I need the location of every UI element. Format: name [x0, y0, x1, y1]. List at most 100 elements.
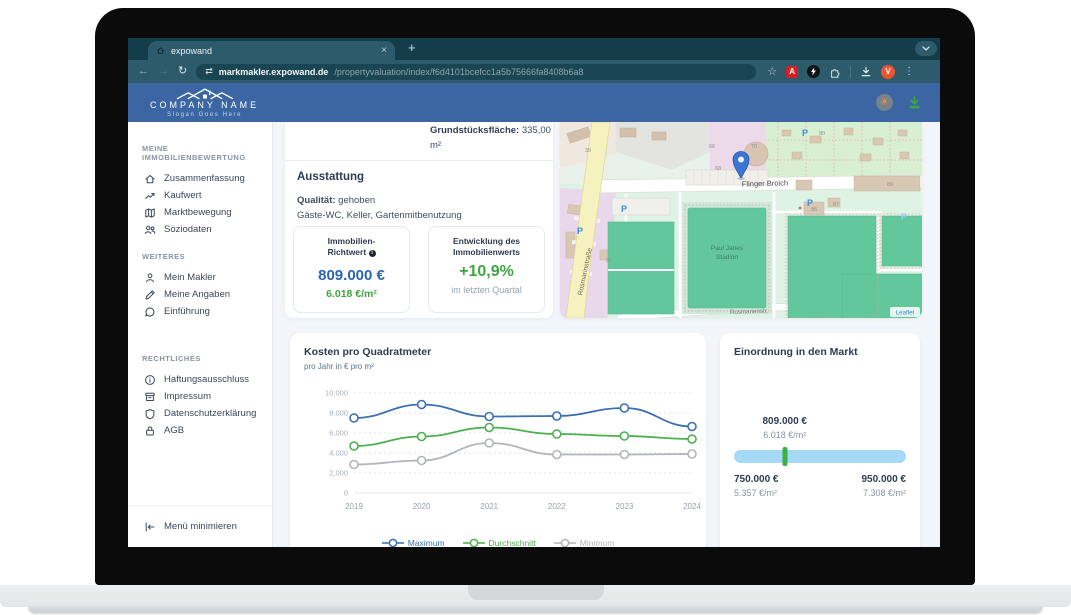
browser-profile-avatar[interactable]: V	[881, 65, 895, 79]
chevron-down-icon	[922, 46, 930, 51]
sidebar-minimize-label: Menü minimieren	[164, 521, 237, 532]
header-actions: ☀	[876, 83, 922, 122]
sidebar-item-agb[interactable]: AGB	[128, 422, 272, 439]
tab-close-icon[interactable]: ×	[381, 46, 387, 56]
back-button[interactable]: ←	[138, 66, 149, 77]
sidebar-item-meine-angaben[interactable]: Meine Angaben	[128, 286, 272, 303]
laptop-base-lip	[28, 606, 1043, 613]
house-number: 90	[606, 258, 612, 264]
current-per-sqm: 6.018 €/m²	[762, 430, 807, 440]
sidebar-item-impressum[interactable]: Impressum	[128, 388, 272, 405]
dark-extension-icon[interactable]	[807, 65, 820, 78]
tab-favicon-home-icon	[156, 46, 165, 55]
site-settings-icon[interactable]: ⇄	[205, 66, 213, 77]
sidebar-item-einf-hrung[interactable]: Einführung	[128, 303, 272, 320]
line-chart[interactable]: 02,0004,0006,0008,00010,0002019202020212…	[304, 385, 706, 527]
market-slider: 809.000 € 6.018 €/m²	[734, 450, 906, 463]
browser-toolbar: ← → ↻ ⇄ markmakler.expowand.de/propertyv…	[128, 60, 940, 83]
svg-text:Leaflet[interactable]: Leaflet	[896, 310, 915, 317]
sidebar-item-label: Soziodaten	[164, 224, 212, 235]
url-path: /propertyvaluation/index/f6d4101bcefcc1a…	[334, 67, 583, 77]
entwicklung-card: Entwicklung des Immobilienwerts +10,9% i…	[428, 226, 545, 313]
site-header: COMPANY NAME Slogan Goes Here ☀	[128, 83, 940, 122]
main-content: Grundstücksfläche: 335,00 m² Ausstattung…	[273, 122, 940, 547]
chart-legend: Maximum Durchschnitt Minimum	[304, 538, 692, 547]
roofline-logo-icon	[168, 87, 242, 100]
legend-marker-icon	[382, 538, 404, 547]
tab-search-chevron-button[interactable]	[915, 41, 937, 56]
toolbar-divider	[850, 66, 851, 78]
url-host: markmakler.expowand.de	[219, 67, 329, 77]
market-range-track[interactable]	[734, 450, 906, 463]
svg-text:2,000: 2,000	[329, 469, 348, 478]
sidebar-section-title: RECHTLICHES	[142, 354, 272, 363]
sidebar-item-label: Einführung	[164, 306, 210, 317]
chart-panel: Kosten pro Quadratmeter pro Jahr in € pr…	[290, 333, 706, 547]
legend-item-maximum[interactable]: Maximum	[382, 538, 445, 547]
browser-tabstrip: expowand × +	[128, 38, 940, 60]
sidebar: MEINE IMMOBILIENBEWERTUNGZusammenfassung…	[128, 122, 273, 547]
quality-label: Qualität:	[297, 195, 336, 206]
theme-toggle-sun-icon[interactable]: ☀	[876, 94, 893, 111]
market-position-marker[interactable]	[782, 447, 787, 466]
sidebar-item-label: Kaufwert	[164, 190, 202, 201]
report-download-icon[interactable]	[907, 95, 922, 110]
leaflet-map[interactable]: Flinger Broich Rosmarinstraße Rosmariens…	[560, 122, 922, 318]
entwicklung-caption: im letzten Quartal	[429, 285, 544, 295]
address-bar[interactable]: ⇄ markmakler.expowand.de/propertyvaluati…	[196, 64, 756, 80]
extensions-puzzle-icon[interactable]	[829, 66, 841, 78]
sidebar-item-label: Mein Makler	[164, 272, 216, 283]
bookmark-star-icon[interactable]: ☆	[767, 65, 777, 78]
parking-icon: P	[577, 226, 583, 236]
app-body: MEINE IMMOBILIENBEWERTUNGZusammenfassung…	[128, 122, 940, 547]
chart-title: Kosten pro Quadratmeter	[304, 346, 706, 358]
entwicklung-value: +10,9%	[429, 263, 544, 281]
legend-marker-icon	[554, 538, 576, 547]
sidebar-item-label: Meine Angaben	[164, 289, 230, 300]
sidebar-item-label: AGB	[164, 425, 184, 436]
sidebar-item-marktbewegung[interactable]: Marktbewegung	[128, 204, 272, 221]
svg-text:8,000: 8,000	[329, 409, 348, 418]
plot-area-unit: m²	[430, 140, 441, 151]
sidebar-item-label: Zusammenfassung	[164, 173, 245, 184]
legend-marker-icon	[463, 538, 485, 547]
sidebar-section-title: WEITERES	[142, 252, 272, 261]
current-price: 809.000 €	[762, 416, 807, 427]
sidebar-item-haftungsausschluss[interactable]: Haftungsausschluss	[128, 371, 272, 388]
house-number: 68	[715, 166, 721, 172]
richtwert-value: 809.000 €	[294, 267, 409, 284]
sidebar-item-kaufwert[interactable]: Kaufwert	[128, 187, 272, 204]
new-tab-button[interactable]: +	[408, 40, 416, 55]
property-details-panel: Grundstücksfläche: 335,00 m² Ausstattung…	[285, 122, 553, 318]
pdf-extension-icon[interactable]: A	[786, 66, 798, 78]
house-number: 80	[819, 131, 825, 137]
legend-label: Durchschnitt	[489, 538, 536, 547]
legend-label: Maximum	[408, 538, 445, 547]
info-icon[interactable]: i	[369, 250, 376, 257]
downloads-icon[interactable]	[860, 66, 872, 78]
browser-tab-expowand[interactable]: expowand ×	[148, 41, 395, 60]
sidebar-item-mein-makler[interactable]: Mein Makler	[128, 269, 272, 286]
browser-menu-icon[interactable]: ⋮	[904, 66, 914, 77]
sidebar-item-label: Haftungsausschluss	[164, 374, 249, 385]
laptop-base	[0, 585, 1071, 607]
sidebar-item-soziodaten[interactable]: Soziodaten	[128, 221, 272, 238]
reload-button[interactable]: ↻	[178, 66, 187, 77]
house-number: 39	[585, 148, 591, 154]
svg-text:2022: 2022	[548, 502, 566, 511]
forward-button[interactable]: →	[158, 66, 169, 77]
map-panel[interactable]: Flinger Broich Rosmarinstraße Rosmariens…	[560, 122, 922, 318]
sidebar-item-zusammenfassung[interactable]: Zusammenfassung	[128, 170, 272, 187]
sidebar-item-datenschutzerkl-rung[interactable]: Datenschutzerklärung	[128, 405, 272, 422]
legend-item-minimum[interactable]: Minimum	[554, 538, 614, 547]
map-icon	[144, 207, 156, 219]
map-attribution[interactable]: Leaflet	[890, 307, 920, 317]
info-icon	[144, 374, 156, 386]
richtwert-title: Immobilien- Richtwert i	[294, 236, 409, 258]
laptop-screen: expowand × + ← → ↻ ⇄ markmakler.expowand…	[128, 38, 940, 547]
archive-icon	[144, 391, 156, 403]
legend-item-durchschnitt[interactable]: Durchschnitt	[463, 538, 536, 547]
sidebar-minimize-button[interactable]: Menü minimieren	[128, 505, 272, 547]
plot-area-value: 335,00	[522, 125, 551, 136]
quality-value: gehoben	[338, 195, 375, 206]
